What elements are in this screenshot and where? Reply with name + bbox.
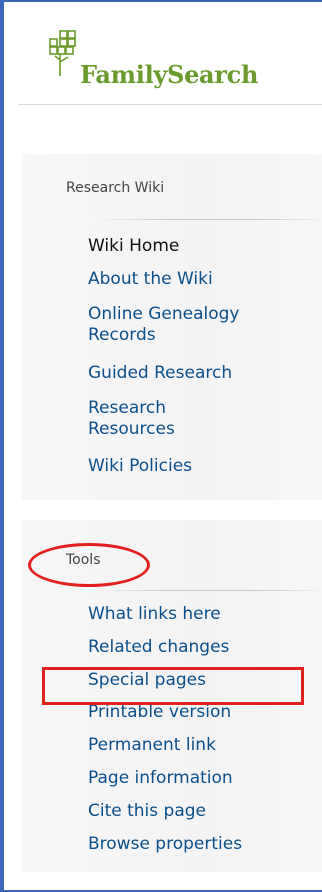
research-wiki-portal: Research Wiki Wiki Home About the Wiki O… <box>22 154 322 500</box>
sidebar-link-page-information[interactable]: Page information <box>88 768 233 789</box>
sidebar-link-cite-this-page[interactable]: Cite this page <box>88 801 206 822</box>
sidebar-frame: FamilySearch Research Wiki Wiki Home Abo… <box>0 0 322 892</box>
sidebar-link-related-changes[interactable]: Related changes <box>88 637 229 658</box>
sidebar-link-about-the-wiki[interactable]: About the Wiki <box>88 269 213 290</box>
portal-heading-research-wiki: Research Wiki <box>66 180 165 196</box>
annotation-box-printable-version <box>42 667 304 705</box>
sidebar-link-wiki-policies[interactable]: Wiki Policies <box>88 456 192 477</box>
logo[interactable]: FamilySearch <box>18 30 322 105</box>
logo-text: FamilySearch <box>80 60 259 89</box>
annotation-ellipse-tools <box>28 543 150 587</box>
sidebar-link-wiki-home[interactable]: Wiki Home <box>88 236 179 257</box>
family-tree-icon <box>49 30 76 76</box>
sidebar-link-printable-version[interactable]: Printable version <box>88 702 231 723</box>
sidebar-link-online-genealogy-records[interactable]: Online Genealogy Records <box>88 304 288 346</box>
sidebar-link-research-resources[interactable]: Research Resources <box>88 398 228 440</box>
portal-divider <box>82 590 322 591</box>
sidebar-link-what-links-here[interactable]: What links here <box>88 604 221 625</box>
sidebar-link-permanent-link[interactable]: Permanent link <box>88 735 216 756</box>
portal-divider <box>82 219 322 220</box>
sidebar-link-guided-research[interactable]: Guided Research <box>88 363 232 384</box>
sidebar-link-browse-properties[interactable]: Browse properties <box>88 834 242 855</box>
